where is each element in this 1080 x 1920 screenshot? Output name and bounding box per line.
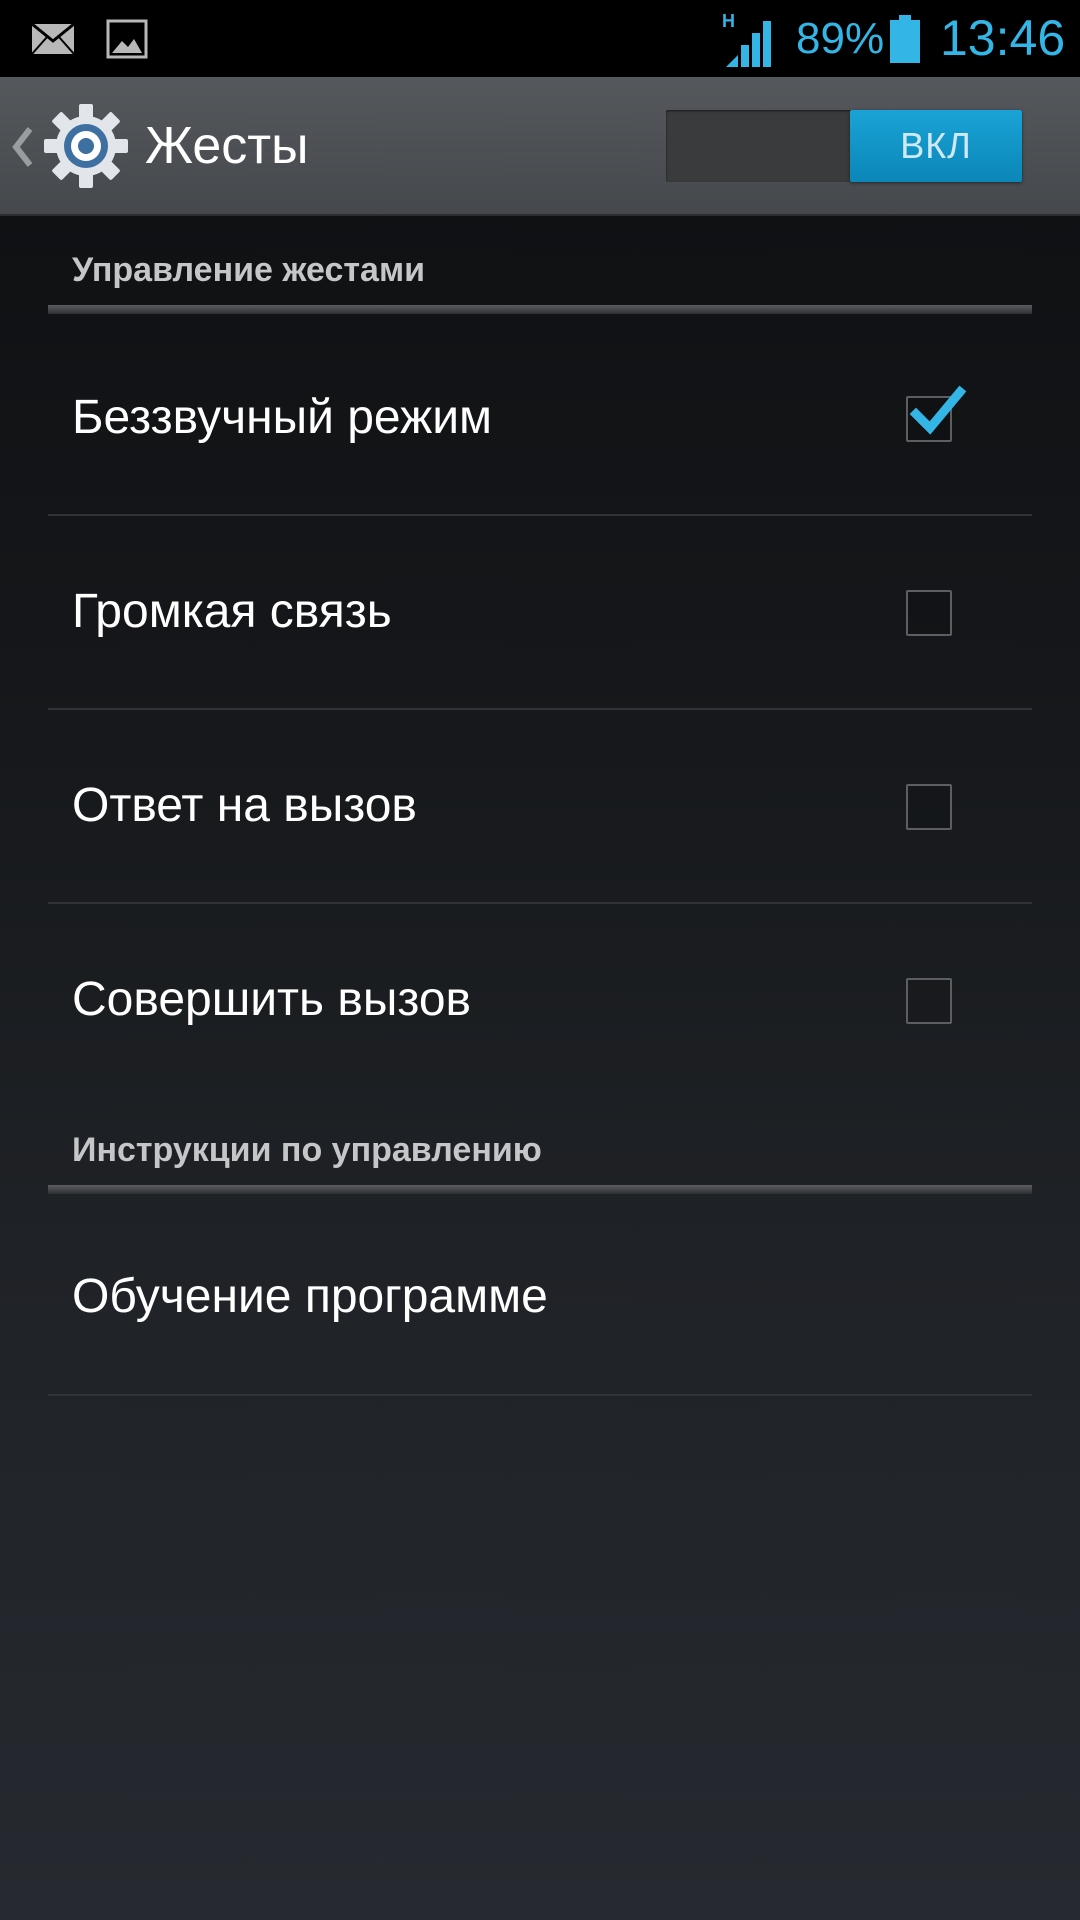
pref-label: Ответ на вызов	[72, 779, 417, 832]
battery-icon	[889, 0, 921, 77]
page-title: Жесты	[145, 117, 309, 175]
gallery-icon	[104, 0, 150, 77]
checkbox-make-call[interactable]	[906, 978, 952, 1024]
status-bar: H 89% 13:46	[0, 0, 1080, 77]
pref-speakerphone[interactable]: Громкая связь	[48, 516, 1032, 710]
back-caret-icon[interactable]	[10, 77, 34, 216]
pref-make-call[interactable]: Совершить вызов	[48, 904, 1032, 1098]
status-clock: 13:46	[940, 10, 1066, 66]
check-mark-icon	[909, 385, 967, 435]
category-header: Управление жестами	[48, 240, 1032, 314]
checkbox-answer-call[interactable]	[906, 784, 952, 830]
master-toggle-switch[interactable]: ВКЛ	[666, 110, 1022, 182]
category-header: Инструкции по управлению	[48, 1120, 1032, 1194]
mail-icon	[30, 0, 76, 77]
pref-label: Обучение программе	[72, 1270, 548, 1323]
svg-text:H: H	[722, 11, 735, 31]
pref-answer-call[interactable]: Ответ на вызов	[48, 710, 1032, 904]
pref-tutorial[interactable]: Обучение программе	[48, 1200, 1032, 1396]
checkbox-silent-mode[interactable]	[906, 385, 967, 442]
settings-gear-icon[interactable]	[44, 104, 128, 188]
category-divider	[48, 305, 1032, 314]
master-toggle-label: ВКЛ	[850, 110, 1022, 182]
pref-label: Беззвучный режим	[72, 391, 492, 444]
signal-hspa-icon: H	[722, 0, 778, 77]
category-divider	[48, 1185, 1032, 1194]
action-bar: Жесты ВКЛ	[0, 77, 1080, 216]
pref-label: Совершить вызов	[72, 973, 472, 1026]
category-title: Инструкции по управлению	[72, 1131, 542, 1169]
checkbox-speakerphone[interactable]	[906, 590, 952, 636]
pref-silent-mode[interactable]: Беззвучный режим	[48, 322, 1032, 516]
battery-percent: 89%	[796, 14, 885, 63]
category-title: Управление жестами	[72, 251, 426, 289]
pref-label: Громкая связь	[72, 585, 392, 638]
